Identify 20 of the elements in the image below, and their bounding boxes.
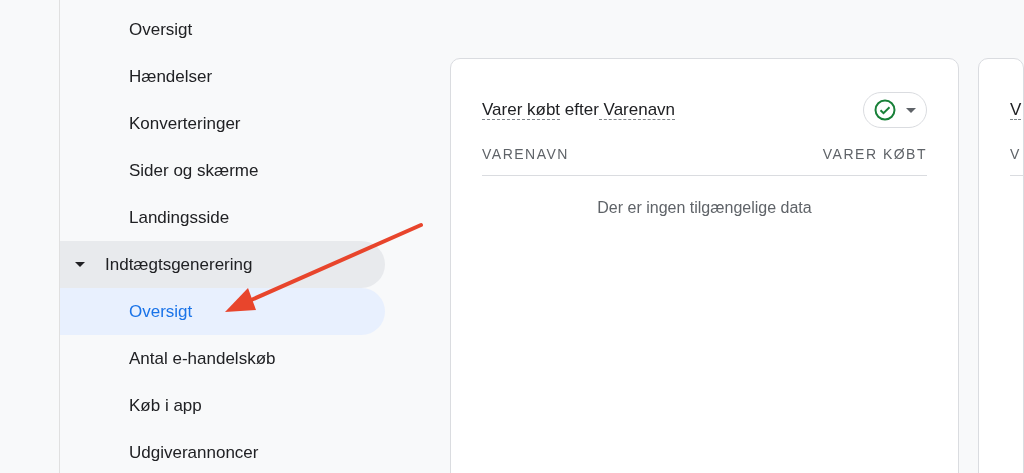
column-header: VARER KØBT [822, 145, 927, 164]
nav-item[interactable]: Oversigt [60, 6, 385, 53]
nav-item[interactable]: Oversigt [60, 288, 385, 335]
caret-icon [75, 262, 85, 267]
column-header: VARENAVN [482, 145, 569, 164]
check-circle-icon [874, 99, 896, 121]
nav-item[interactable]: Konverteringer [60, 100, 385, 147]
nav-item[interactable]: Antal e-handelskøb [60, 335, 385, 382]
nav-item[interactable]: Sider og skærme [60, 147, 385, 194]
card-title: Varer købt efter Varenavn [482, 99, 676, 123]
status-dropdown[interactable] [863, 92, 927, 128]
nav-item[interactable]: Køb i app [60, 382, 385, 429]
nav-group[interactable]: Indtægtsgenerering [60, 241, 385, 288]
column-header: V [1010, 145, 1021, 164]
nav-item[interactable]: Landingsside [60, 194, 385, 241]
empty-message: Der er ingen tilgængelige data [597, 198, 812, 218]
nav-item[interactable]: Udgiverannoncer [60, 429, 385, 473]
nav-item[interactable]: Hændelser [60, 53, 385, 100]
caret-icon [906, 107, 916, 113]
card-title: V [1010, 99, 1022, 123]
